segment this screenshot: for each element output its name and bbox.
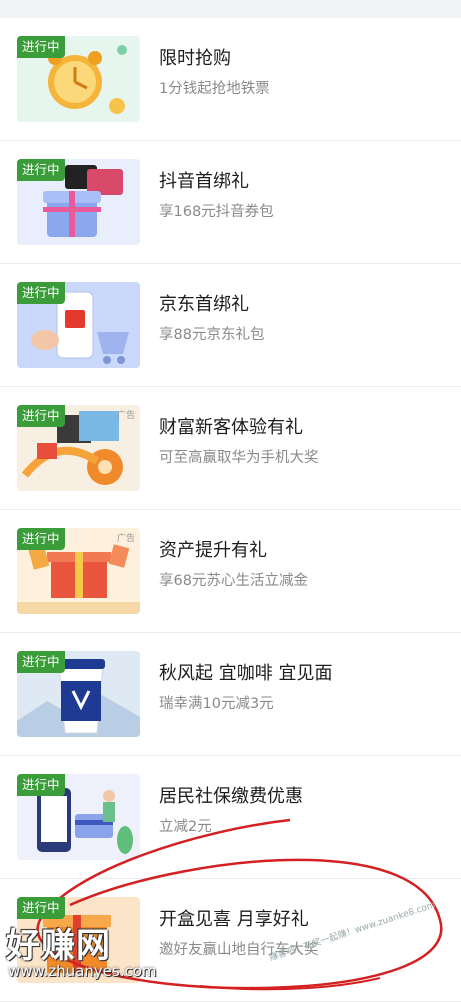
promo-title: 财富新客体验有礼 <box>159 417 303 438</box>
status-badge: 进行中 <box>17 282 65 304</box>
promo-subtitle: 邀好友赢山地自行车大奖 <box>159 942 319 958</box>
ad-label: 广告 <box>116 411 135 421</box>
status-badge: 进行中 <box>17 36 65 58</box>
status-badge: 进行中 <box>17 651 65 673</box>
promo-title: 京东首绑礼 <box>159 294 249 315</box>
gift-box-promo-image: 进行中 <box>17 897 140 983</box>
promo-subtitle: 享88元京东礼包 <box>159 327 265 343</box>
promo-item[interactable]: 进行中 广告 财富新客体验有礼 可至高赢取华为手机大奖 <box>0 387 461 510</box>
promo-item[interactable]: 进行中 限时抢购 1分钱起抢地铁票 <box>0 18 461 141</box>
douyin-gift-box-image: 进行中 <box>17 159 140 245</box>
promo-title: 居民社保缴费优惠 <box>159 786 303 807</box>
promo-title: 资产提升有礼 <box>159 540 267 561</box>
promo-item[interactable]: 进行中 抖音首绑礼 享168元抖音券包 <box>0 141 461 264</box>
promo-subtitle: 立减2元 <box>159 819 212 835</box>
status-badge: 进行中 <box>17 774 65 796</box>
promo-item[interactable]: 进行中 开盒见喜 月享好礼 邀好友赢山地自行车大奖 <box>0 879 461 1002</box>
promo-subtitle: 瑞幸满10元减3元 <box>159 696 274 712</box>
social-insurance-image: 进行中 <box>17 774 140 860</box>
promo-subtitle: 享68元苏心生活立减金 <box>159 573 308 589</box>
promo-title: 秋风起 宜咖啡 宜见面 <box>159 663 333 684</box>
promotion-list: 进行中 限时抢购 1分钱起抢地铁票 进行中 抖音首绑礼 享168元抖音券包 进行… <box>0 18 461 1002</box>
jd-phone-cart-image: 进行中 <box>17 282 140 368</box>
status-badge: 进行中 <box>17 897 65 919</box>
status-badge: 进行中 <box>17 159 65 181</box>
wealth-gift-image: 进行中 广告 <box>17 405 140 491</box>
asset-gift-image: 进行中 广告 <box>17 528 140 614</box>
alarm-clock-promo-image: 进行中 <box>17 36 140 122</box>
promo-subtitle: 享168元抖音券包 <box>159 204 274 220</box>
promo-item[interactable]: 进行中 居民社保缴费优惠 立减2元 <box>0 756 461 879</box>
promo-item[interactable]: 进行中 秋风起 宜咖啡 宜见面 瑞幸满10元减3元 <box>0 633 461 756</box>
ad-label: 广告 <box>116 534 135 544</box>
promo-subtitle: 1分钱起抢地铁票 <box>159 81 270 97</box>
promo-item[interactable]: 进行中 广告 资产提升有礼 享68元苏心生活立减金 <box>0 510 461 633</box>
status-badge: 进行中 <box>17 405 65 427</box>
promo-title: 抖音首绑礼 <box>159 171 249 192</box>
luckin-coffee-cup-image: 进行中 <box>17 651 140 737</box>
promo-title: 开盒见喜 月享好礼 <box>159 909 309 930</box>
promo-subtitle: 可至高赢取华为手机大奖 <box>159 450 319 466</box>
promo-item[interactable]: 进行中 京东首绑礼 享88元京东礼包 <box>0 264 461 387</box>
promo-title: 限时抢购 <box>159 48 231 69</box>
status-badge: 进行中 <box>17 528 65 550</box>
